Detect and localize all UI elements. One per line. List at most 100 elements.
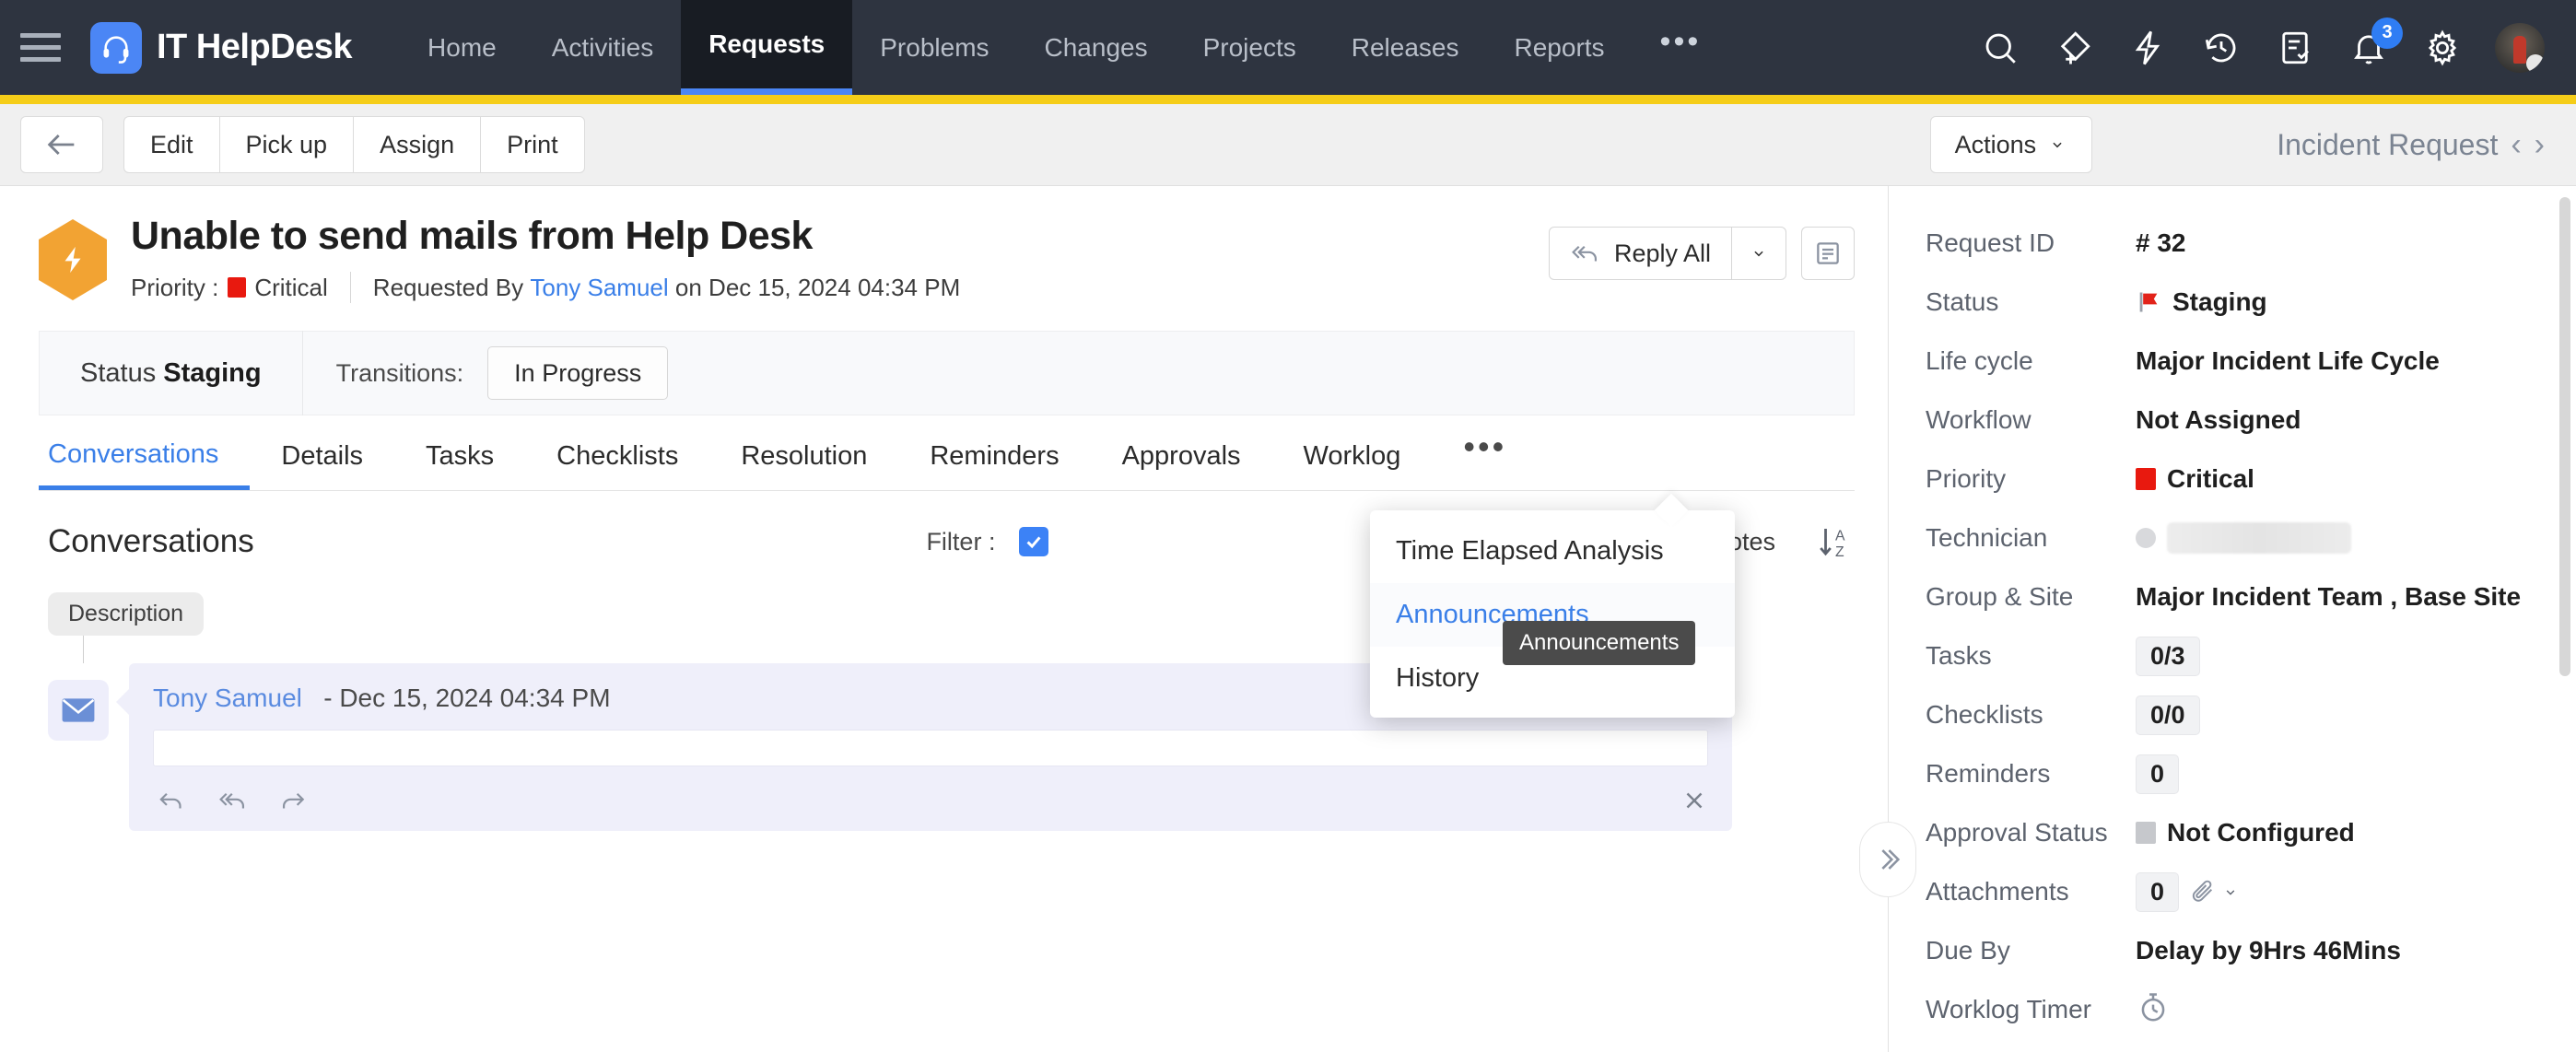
nav-item-reports[interactable]: Reports — [1487, 0, 1633, 95]
flag-icon — [2136, 288, 2161, 316]
nav-item-problems[interactable]: Problems — [852, 0, 1016, 95]
edit-button[interactable]: Edit — [123, 116, 219, 173]
sort-az-icon[interactable]: A Z — [1816, 522, 1855, 561]
menu-item-time-elapsed-analysis[interactable]: Time Elapsed Analysis — [1370, 520, 1735, 583]
priority-label: Priority : — [131, 274, 218, 302]
next-request-icon[interactable]: › — [2535, 127, 2545, 163]
notifications-icon[interactable]: 3 — [2348, 27, 2390, 69]
detail-label: Group & Site — [1926, 582, 2136, 612]
actions-dropdown-button[interactable]: Actions — [1930, 116, 2093, 173]
tab-tasks[interactable]: Tasks — [394, 441, 525, 490]
stopwatch-icon[interactable] — [2136, 989, 2171, 1031]
pick-up-button[interactable]: Pick up — [219, 116, 354, 173]
tasks-count-pill[interactable]: 0/3 — [2136, 637, 2200, 676]
assign-button[interactable]: Assign — [353, 116, 480, 173]
detail-row-priority: Priority Critical — [1926, 450, 2576, 508]
filter-checkbox[interactable] — [1019, 527, 1048, 556]
page-title: Unable to send mails from Help Desk — [131, 214, 1549, 259]
search-icon[interactable] — [1979, 27, 2021, 69]
brand-name: IT HelpDesk — [157, 28, 352, 67]
reply-all-button[interactable]: Reply All — [1549, 227, 1786, 280]
reply-icon[interactable] — [157, 789, 188, 812]
checklists-count-pill[interactable]: 0/0 — [2136, 695, 2200, 735]
history-icon[interactable] — [2200, 27, 2242, 69]
requester-link[interactable]: Tony Samuel — [530, 274, 668, 302]
details-scrollbar[interactable] — [2559, 197, 2570, 676]
top-navigation-bar: IT HelpDesk Home Activities Requests Pro… — [0, 0, 2576, 95]
attachments-count-pill[interactable]: 0 — [2136, 872, 2179, 912]
detail-value-wrap — [2136, 522, 2351, 554]
detail-label: Life cycle — [1926, 346, 2136, 376]
tab-reminders[interactable]: Reminders — [898, 441, 1090, 490]
tasks-icon[interactable] — [2274, 27, 2316, 69]
reminders-count-pill[interactable]: 0 — [2136, 754, 2179, 794]
detail-label: Approval Status — [1926, 818, 2136, 847]
nav-item-changes[interactable]: Changes — [1017, 0, 1176, 95]
detail-label: Workflow — [1926, 405, 2136, 435]
add-note-button[interactable] — [1801, 227, 1855, 280]
quick-actions-icon[interactable] — [2126, 27, 2169, 69]
priority-value: Critical — [254, 274, 327, 302]
close-icon[interactable] — [1680, 787, 1708, 814]
request-details-pane: Request ID # 32 Status Staging Life cycl… — [1889, 186, 2576, 1052]
reply-all-icon[interactable] — [217, 789, 249, 812]
priority-text: Critical — [2167, 464, 2254, 494]
hamburger-menu-icon[interactable] — [20, 33, 87, 62]
tab-resolution[interactable]: Resolution — [709, 441, 898, 490]
tab-overflow-icon[interactable]: ••• — [1432, 427, 1538, 490]
tab-checklists[interactable]: Checklists — [525, 441, 709, 490]
nav-overflow-icon[interactable]: ••• — [1633, 0, 1729, 95]
prev-request-icon[interactable]: ‹ — [2511, 127, 2521, 163]
back-button[interactable] — [20, 116, 103, 173]
attachment-paperclip-icon[interactable] — [2190, 879, 2240, 905]
conversations-heading: Conversations — [48, 523, 254, 560]
add-request-icon[interactable] — [2053, 27, 2095, 69]
forward-icon[interactable] — [278, 789, 310, 812]
status-text: Staging — [2172, 287, 2267, 317]
requested-on: on Dec 15, 2024 04:34 PM — [675, 274, 960, 302]
detail-value: Delay by 9Hrs 46Mins — [2136, 936, 2401, 965]
message-actions — [153, 787, 1708, 814]
brand[interactable]: IT HelpDesk — [90, 22, 352, 74]
page-body: Unable to send mails from Help Desk Prio… — [0, 186, 2576, 1052]
message-author[interactable]: Tony Samuel — [153, 684, 302, 712]
tab-approvals[interactable]: Approvals — [1091, 441, 1272, 490]
detail-label: Priority — [1926, 464, 2136, 494]
detail-row-reminders: Reminders 0 — [1926, 744, 2576, 803]
detail-label: Checklists — [1926, 700, 2136, 730]
svg-text:A: A — [1835, 528, 1845, 544]
reply-all-dropdown-chevron-icon[interactable] — [1731, 228, 1786, 279]
detail-row-technician: Technician — [1926, 508, 2576, 567]
print-button[interactable]: Print — [480, 116, 585, 173]
settings-gear-icon[interactable] — [2421, 27, 2464, 69]
request-tab-bar: Conversations Details Tasks Checklists R… — [39, 415, 1855, 491]
detail-row-tasks: Tasks 0/3 — [1926, 626, 2576, 685]
chevron-down-icon — [2221, 886, 2240, 898]
announcements-tooltip: Announcements — [1503, 621, 1695, 665]
detail-row-status: Status Staging — [1926, 273, 2576, 332]
detail-label: Status — [1926, 287, 2136, 317]
request-meta: Priority : Critical Requested By Tony Sa… — [131, 272, 1549, 303]
nav-item-home[interactable]: Home — [400, 0, 524, 95]
nav-item-releases[interactable]: Releases — [1324, 0, 1487, 95]
nav-item-projects[interactable]: Projects — [1176, 0, 1324, 95]
nav-item-requests[interactable]: Requests — [681, 0, 852, 95]
transition-in-progress-button[interactable]: In Progress — [487, 346, 668, 400]
detail-value-wrap: 0/0 — [2136, 695, 2200, 735]
tab-details[interactable]: Details — [250, 441, 394, 490]
reply-all-icon — [1570, 241, 1601, 265]
collapse-details-pane-chevron-icon[interactable] — [1859, 822, 1916, 897]
detail-value-wrap: 0 — [2136, 754, 2179, 794]
meta-divider — [350, 272, 351, 303]
tab-worklog[interactable]: Worklog — [1272, 441, 1433, 490]
nav-item-activities[interactable]: Activities — [524, 0, 681, 95]
avatar-figure — [2513, 36, 2526, 64]
detail-label: Technician — [1926, 523, 2136, 553]
tab-conversations[interactable]: Conversations — [39, 439, 250, 490]
detail-label: Attachments — [1926, 877, 2136, 906]
user-avatar[interactable] — [2495, 23, 2545, 73]
detail-value-wrap: Staging — [2136, 287, 2267, 317]
detail-row-worklog-timer: Worklog Timer — [1926, 980, 2576, 1039]
detail-label: Request ID — [1926, 228, 2136, 258]
detail-row-checklists: Checklists 0/0 — [1926, 685, 2576, 744]
